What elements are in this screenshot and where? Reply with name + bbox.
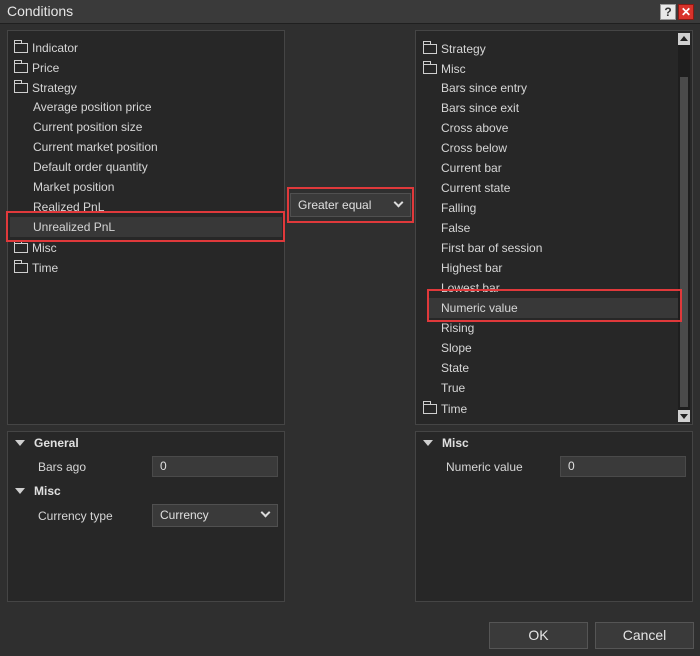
tree-folder-label: Time bbox=[32, 261, 59, 275]
tree-item-false[interactable]: False bbox=[441, 218, 470, 238]
section-label: Misc bbox=[442, 436, 469, 450]
tree-item-current-bar[interactable]: Current bar bbox=[441, 158, 502, 178]
folder-icon bbox=[14, 60, 28, 73]
currency-type-dropdown[interactable]: Currency bbox=[152, 504, 278, 527]
title-bar: Conditions ? ✕ bbox=[0, 0, 700, 24]
tree-item-first-bar-of-session[interactable]: First bar of session bbox=[441, 238, 542, 258]
folder-icon bbox=[423, 401, 437, 414]
tree-item-bars-since-entry[interactable]: Bars since entry bbox=[441, 78, 527, 98]
folder-icon bbox=[14, 260, 28, 273]
tree-folder-label: Misc bbox=[32, 241, 57, 255]
left-properties-panel: General Bars ago 0 Misc Currency type Cu… bbox=[7, 431, 285, 602]
tree-item-slope[interactable]: Slope bbox=[441, 338, 472, 358]
tree-item-state[interactable]: State bbox=[441, 358, 469, 378]
tree-item-market-position[interactable]: Market position bbox=[33, 177, 114, 197]
chevron-down-icon bbox=[260, 507, 271, 518]
collapse-triangle-icon bbox=[423, 440, 433, 446]
tree-folder-strategy[interactable]: Strategy bbox=[423, 39, 486, 59]
highlight-box-unrealized-pnl bbox=[6, 211, 285, 242]
section-misc[interactable]: Misc bbox=[15, 481, 61, 501]
tree-item-current-position-size[interactable]: Current position size bbox=[33, 117, 142, 137]
collapse-triangle-icon bbox=[15, 440, 25, 446]
vertical-scrollbar[interactable] bbox=[678, 33, 690, 422]
ok-button[interactable]: OK bbox=[489, 622, 588, 649]
bars-ago-input[interactable]: 0 bbox=[152, 456, 278, 477]
tree-folder-label: Indicator bbox=[32, 41, 79, 55]
section-general[interactable]: General bbox=[15, 433, 79, 453]
highlight-box-numeric-value bbox=[427, 289, 682, 322]
section-misc[interactable]: Misc bbox=[423, 433, 469, 453]
numeric-value-label: Numeric value bbox=[446, 460, 523, 474]
right-condition-tree: Strategy Misc Bars since entry Bars sinc… bbox=[415, 30, 693, 425]
window-title: Conditions bbox=[7, 3, 74, 19]
folder-icon bbox=[14, 240, 28, 253]
collapse-triangle-icon bbox=[15, 488, 25, 494]
tree-item-falling[interactable]: Falling bbox=[441, 198, 476, 218]
tree-folder-label: Strategy bbox=[441, 42, 486, 56]
tree-item-current-state[interactable]: Current state bbox=[441, 178, 510, 198]
help-button[interactable]: ? bbox=[660, 4, 676, 20]
tree-folder-label: Strategy bbox=[32, 81, 77, 95]
close-button[interactable]: ✕ bbox=[678, 4, 694, 20]
scroll-down-arrow-icon[interactable] bbox=[678, 410, 690, 422]
right-properties-panel: Misc Numeric value 0 bbox=[415, 431, 693, 602]
tree-item-bars-since-exit[interactable]: Bars since exit bbox=[441, 98, 519, 118]
numeric-value-input[interactable]: 0 bbox=[560, 456, 686, 477]
folder-open-icon bbox=[423, 61, 437, 74]
tree-folder-time[interactable]: Time bbox=[423, 399, 467, 419]
folder-icon bbox=[14, 40, 28, 53]
tree-item-highest-bar[interactable]: Highest bar bbox=[441, 258, 502, 278]
tree-item-true[interactable]: True bbox=[441, 378, 465, 398]
tree-folder-misc[interactable]: Misc bbox=[423, 59, 466, 79]
tree-item-cross-below[interactable]: Cross below bbox=[441, 138, 507, 158]
tree-folder-label: Price bbox=[32, 61, 60, 75]
folder-open-icon bbox=[14, 80, 28, 93]
highlight-box-operator bbox=[287, 187, 414, 223]
tree-folder-time[interactable]: Time bbox=[14, 258, 58, 278]
currency-type-label: Currency type bbox=[38, 509, 113, 523]
tree-folder-label: Misc bbox=[441, 62, 466, 76]
tree-item-current-market-position[interactable]: Current market position bbox=[33, 137, 158, 157]
tree-item-cross-above[interactable]: Cross above bbox=[441, 118, 508, 138]
bars-ago-label: Bars ago bbox=[38, 460, 87, 474]
section-label: General bbox=[34, 436, 79, 450]
tree-folder-label: Time bbox=[441, 402, 468, 416]
scrollbar-thumb[interactable] bbox=[680, 77, 688, 407]
currency-type-value: Currency bbox=[160, 508, 209, 522]
tree-item-default-order-quantity[interactable]: Default order quantity bbox=[33, 157, 148, 177]
tree-folder-indicator[interactable]: Indicator bbox=[14, 38, 78, 58]
tree-item-average-position-price[interactable]: Average position price bbox=[33, 97, 152, 117]
tree-folder-strategy[interactable]: Strategy bbox=[14, 78, 77, 98]
section-label: Misc bbox=[34, 484, 61, 498]
tree-folder-price[interactable]: Price bbox=[14, 58, 59, 78]
cancel-button[interactable]: Cancel bbox=[595, 622, 694, 649]
scroll-up-arrow-icon[interactable] bbox=[678, 33, 690, 45]
folder-icon bbox=[423, 41, 437, 54]
